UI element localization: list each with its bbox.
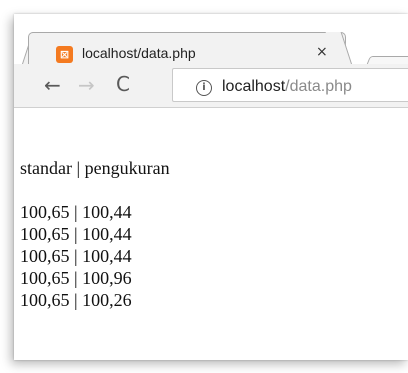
tab-strip: ⊠ localhost/data.php × bbox=[14, 14, 408, 76]
table-row: 100,65 | 100,96 bbox=[20, 267, 170, 289]
forward-arrow-icon[interactable]: → bbox=[78, 75, 95, 95]
row-separator: | bbox=[69, 268, 83, 288]
cell-pengukuran: 100,96 bbox=[82, 268, 132, 288]
header-separator: | bbox=[71, 158, 85, 178]
row-separator: | bbox=[69, 224, 83, 244]
table-header: standar | pengukuran bbox=[20, 157, 170, 179]
screenshot-frame: ⊠ localhost/data.php × ← → C i localhost… bbox=[0, 0, 408, 373]
row-separator: | bbox=[69, 290, 83, 310]
table-row: 100,65 | 100,44 bbox=[20, 201, 170, 223]
cell-standar: 100,65 bbox=[20, 224, 70, 244]
cell-standar: 100,65 bbox=[20, 268, 70, 288]
cell-standar: 100,65 bbox=[20, 246, 70, 266]
header-standar: standar bbox=[20, 158, 72, 178]
cell-pengukuran: 100,44 bbox=[82, 224, 132, 244]
cell-pengukuran: 100,26 bbox=[82, 290, 132, 310]
row-separator: | bbox=[69, 202, 83, 222]
table-row: 100,65 | 100,44 bbox=[20, 223, 170, 245]
xampp-icon: ⊠ bbox=[56, 46, 73, 63]
page-content: standar | pengukuran 100,65 | 100,44 100… bbox=[20, 157, 170, 311]
cell-standar: 100,65 bbox=[20, 202, 70, 222]
table-row: 100,65 | 100,44 bbox=[20, 245, 170, 267]
tab-title[interactable]: localhost/data.php bbox=[82, 45, 196, 61]
url-path: /data.php bbox=[285, 78, 352, 95]
close-icon[interactable]: × bbox=[316, 44, 328, 60]
cell-standar: 100,65 bbox=[20, 290, 70, 310]
table-row: 100,65 | 100,26 bbox=[20, 289, 170, 311]
reload-icon[interactable]: C bbox=[116, 74, 130, 94]
cell-pengukuran: 100,44 bbox=[82, 246, 132, 266]
address-text[interactable]: localhost/data.php bbox=[222, 78, 352, 96]
url-host: localhost bbox=[222, 78, 286, 95]
row-separator: | bbox=[69, 246, 83, 266]
back-arrow-icon[interactable]: ← bbox=[44, 75, 61, 95]
header-pengukuran: pengukuran bbox=[84, 158, 170, 178]
info-icon[interactable]: i bbox=[196, 80, 212, 96]
cell-pengukuran: 100,44 bbox=[82, 202, 132, 222]
